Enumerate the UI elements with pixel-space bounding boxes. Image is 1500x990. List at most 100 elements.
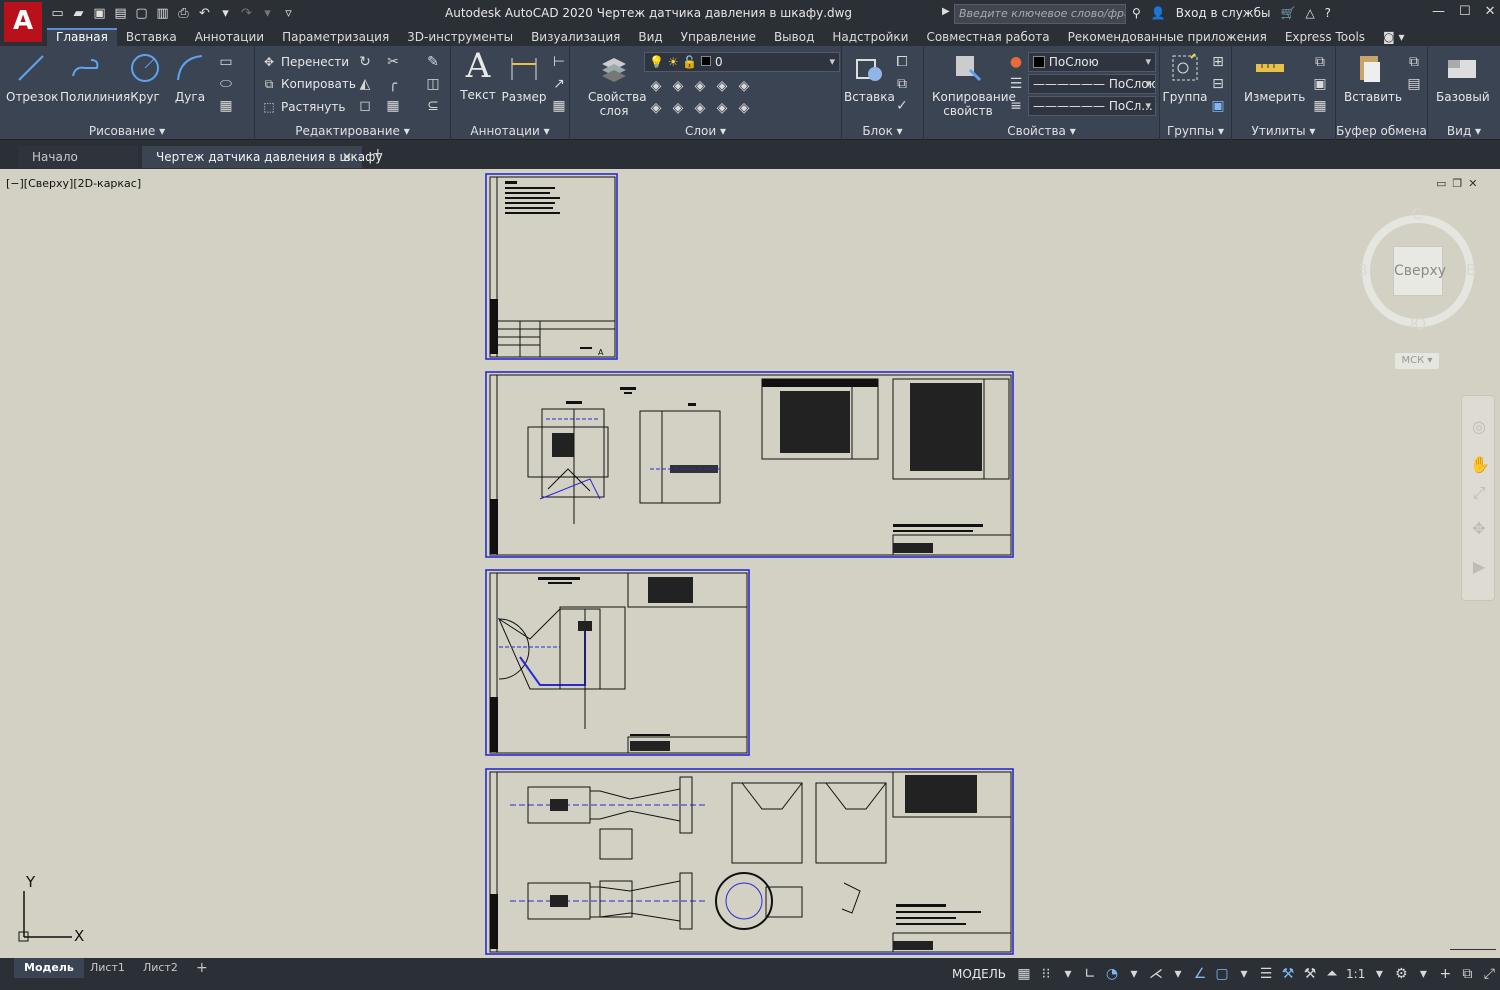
copy-button[interactable]: ⧉ Копировать <box>261 74 356 94</box>
close-tab-icon[interactable]: ✕ <box>342 146 352 168</box>
viewcube[interactable]: Сверху С Ю З В <box>1358 205 1478 345</box>
layer-tool-icon[interactable]: ◈ <box>692 100 708 116</box>
minimize-icon[interactable]: — <box>1432 4 1445 19</box>
panel-utilities-label[interactable]: Утилиты ▾ <box>1232 124 1335 138</box>
lineweight-toggle-icon[interactable]: ☰ <box>1258 966 1274 982</box>
insert-block-button[interactable]: Вставка <box>844 52 895 104</box>
object-snap-tracking-icon[interactable]: ∠ <box>1192 966 1208 982</box>
tab-collaborate[interactable]: Совместная работа <box>917 28 1058 46</box>
calculator-icon[interactable]: ▦ <box>1312 98 1328 114</box>
isolate-objects-icon[interactable]: ⧉ <box>1459 966 1475 982</box>
stretch-button[interactable]: ⬚ Растянуть <box>261 97 345 117</box>
panel-groups-label[interactable]: Группы ▾ <box>1160 124 1231 138</box>
paste-button[interactable]: Вставить <box>1344 52 1402 104</box>
viewport-controls-label[interactable]: [−][Сверху][2D-каркас] <box>6 177 141 190</box>
lineweight-icon[interactable]: ≡ <box>1008 98 1024 114</box>
linetype-icon[interactable]: ☰ <box>1008 76 1024 92</box>
attribute-icon[interactable]: ✓ <box>894 98 910 114</box>
auto-scale-icon[interactable]: ⚒ <box>1302 966 1318 982</box>
tab-insert[interactable]: Вставка <box>117 28 186 46</box>
search-expand-icon[interactable]: ▶ <box>942 6 950 17</box>
drawing-sheet-3[interactable] <box>485 569 750 756</box>
color-dropdown[interactable]: ПоСлою <box>1028 52 1156 72</box>
object-snap-icon[interactable]: ▢ <box>1214 966 1230 982</box>
explode-icon[interactable]: ◫ <box>425 76 441 92</box>
create-block-icon[interactable]: ⧠ <box>894 54 910 70</box>
base-view-button[interactable]: Базовый <box>1436 52 1490 104</box>
layout-tab-sheet2[interactable]: Лист2 <box>133 958 188 978</box>
iso-dropdown-icon[interactable]: ▾ <box>1170 966 1186 982</box>
customize-qat-icon[interactable]: ▿ <box>281 6 296 21</box>
select-all-icon[interactable]: ▣ <box>1312 76 1328 92</box>
web-save-icon[interactable]: ▥ <box>155 6 170 21</box>
tab-addins[interactable]: Надстройки <box>823 28 917 46</box>
dimension-button[interactable]: Размер <box>499 52 549 104</box>
tab-parametric[interactable]: Параметризация <box>273 28 398 46</box>
panel-properties-label[interactable]: Свойства ▾ <box>924 124 1159 138</box>
model-viewport[interactable]: A [−][Сверху][2D-каркас] ▭❐✕ Сверху С Ю … <box>0 169 1500 958</box>
group-button[interactable]: Группа <box>1160 52 1210 104</box>
table-icon[interactable]: ▦ <box>551 98 567 114</box>
application-menu-button[interactable]: A <box>4 2 42 42</box>
layer-tool-icon[interactable]: ◈ <box>714 78 730 94</box>
group-select-icon[interactable]: ▣ <box>1210 98 1226 114</box>
wcs-menu[interactable]: МСК ▾ <box>1395 353 1439 369</box>
line-button[interactable]: Отрезок <box>6 52 58 104</box>
add-layout-button[interactable]: + <box>186 958 218 978</box>
isodraft-icon[interactable]: ⋌ <box>1148 966 1164 982</box>
annotation-visibility-icon[interactable]: ⚒ <box>1280 966 1296 982</box>
drawing-sheet-4[interactable] <box>485 768 1014 955</box>
web-open-icon[interactable]: ▢ <box>134 6 149 21</box>
help-icon[interactable]: ? <box>1325 6 1331 20</box>
group-edit-icon[interactable]: ⊟ <box>1210 76 1226 92</box>
snap-dropdown-icon[interactable]: ▾ <box>1060 966 1076 982</box>
zoom-extents-icon[interactable]: ⤢ <box>1470 484 1488 502</box>
color-wheel-icon[interactable]: ● <box>1008 54 1024 70</box>
hatch-icon[interactable]: ▦ <box>218 98 234 114</box>
copy-clip-icon[interactable]: ⧉ <box>1406 54 1422 70</box>
scale-icon[interactable]: ◻ <box>357 98 373 114</box>
save-as-icon[interactable]: ▤ <box>113 6 128 21</box>
linetype-dropdown[interactable]: —————— ПоСлою <box>1028 74 1156 94</box>
array-icon[interactable]: ▦ <box>385 98 401 114</box>
viewport-close-icon[interactable]: ✕ <box>1468 177 1483 190</box>
tab-manage[interactable]: Управление <box>672 28 765 46</box>
tab-express-tools[interactable]: Express Tools <box>1276 28 1374 46</box>
redo-dropdown-icon[interactable]: ▾ <box>260 6 275 21</box>
tab-home[interactable]: Главная <box>47 28 117 46</box>
tab-3d-tools[interactable]: 3D-инструменты <box>398 28 522 46</box>
edit-block-icon[interactable]: ⧉ <box>894 76 910 92</box>
close-icon[interactable]: ✕ <box>1485 4 1496 19</box>
workspace-dropdown-icon[interactable]: ▾ <box>1415 966 1431 982</box>
erase-icon[interactable]: ✎ <box>425 54 441 70</box>
layout-tab-model[interactable]: Модель <box>14 958 84 978</box>
save-icon[interactable]: ▣ <box>92 6 107 21</box>
circle-button[interactable]: Круг <box>120 52 170 104</box>
undo-icon[interactable]: ↶ <box>197 6 212 21</box>
viewcube-top-face[interactable]: Сверху <box>1393 246 1446 296</box>
tab-view[interactable]: Вид <box>629 28 671 46</box>
panel-layers-label[interactable]: Слои ▾ <box>570 124 841 138</box>
layer-dropdown[interactable]: 💡 ☀ 🔓 0 <box>644 52 840 72</box>
compass-north[interactable]: С <box>1412 205 1422 223</box>
tab-start[interactable]: Начало <box>18 146 138 168</box>
leader-icon[interactable]: ↗ <box>551 76 567 92</box>
lineweight-dropdown[interactable]: —————— ПоСл... <box>1028 96 1156 116</box>
measure-button[interactable]: Измерить <box>1244 52 1305 104</box>
compass-west[interactable]: З <box>1358 261 1368 279</box>
rotate-icon[interactable]: ↻ <box>357 54 373 70</box>
panel-draw-label[interactable]: Рисование ▾ <box>0 124 254 138</box>
layer-tool-icon[interactable]: ◈ <box>648 100 664 116</box>
layer-tool-icon[interactable]: ◈ <box>670 100 686 116</box>
orbit-icon[interactable]: ✥ <box>1470 520 1488 538</box>
trim-icon[interactable]: ✂ <box>385 54 401 70</box>
snap-icon[interactable]: ⁝⁝ <box>1038 966 1054 982</box>
rectangle-icon[interactable]: ▭ <box>218 54 234 70</box>
layer-tool-icon[interactable]: ◈ <box>736 100 752 116</box>
signin-button[interactable]: Вход в службы <box>1176 6 1271 20</box>
cart-icon[interactable]: 🛒 <box>1280 6 1295 20</box>
compass-south[interactable]: Ю <box>1410 315 1426 333</box>
viewport-minimize-icon[interactable]: ▭ <box>1436 177 1452 190</box>
offset-icon[interactable]: ⊆ <box>425 98 441 114</box>
steering-wheel-icon[interactable]: ◎ <box>1470 418 1488 436</box>
